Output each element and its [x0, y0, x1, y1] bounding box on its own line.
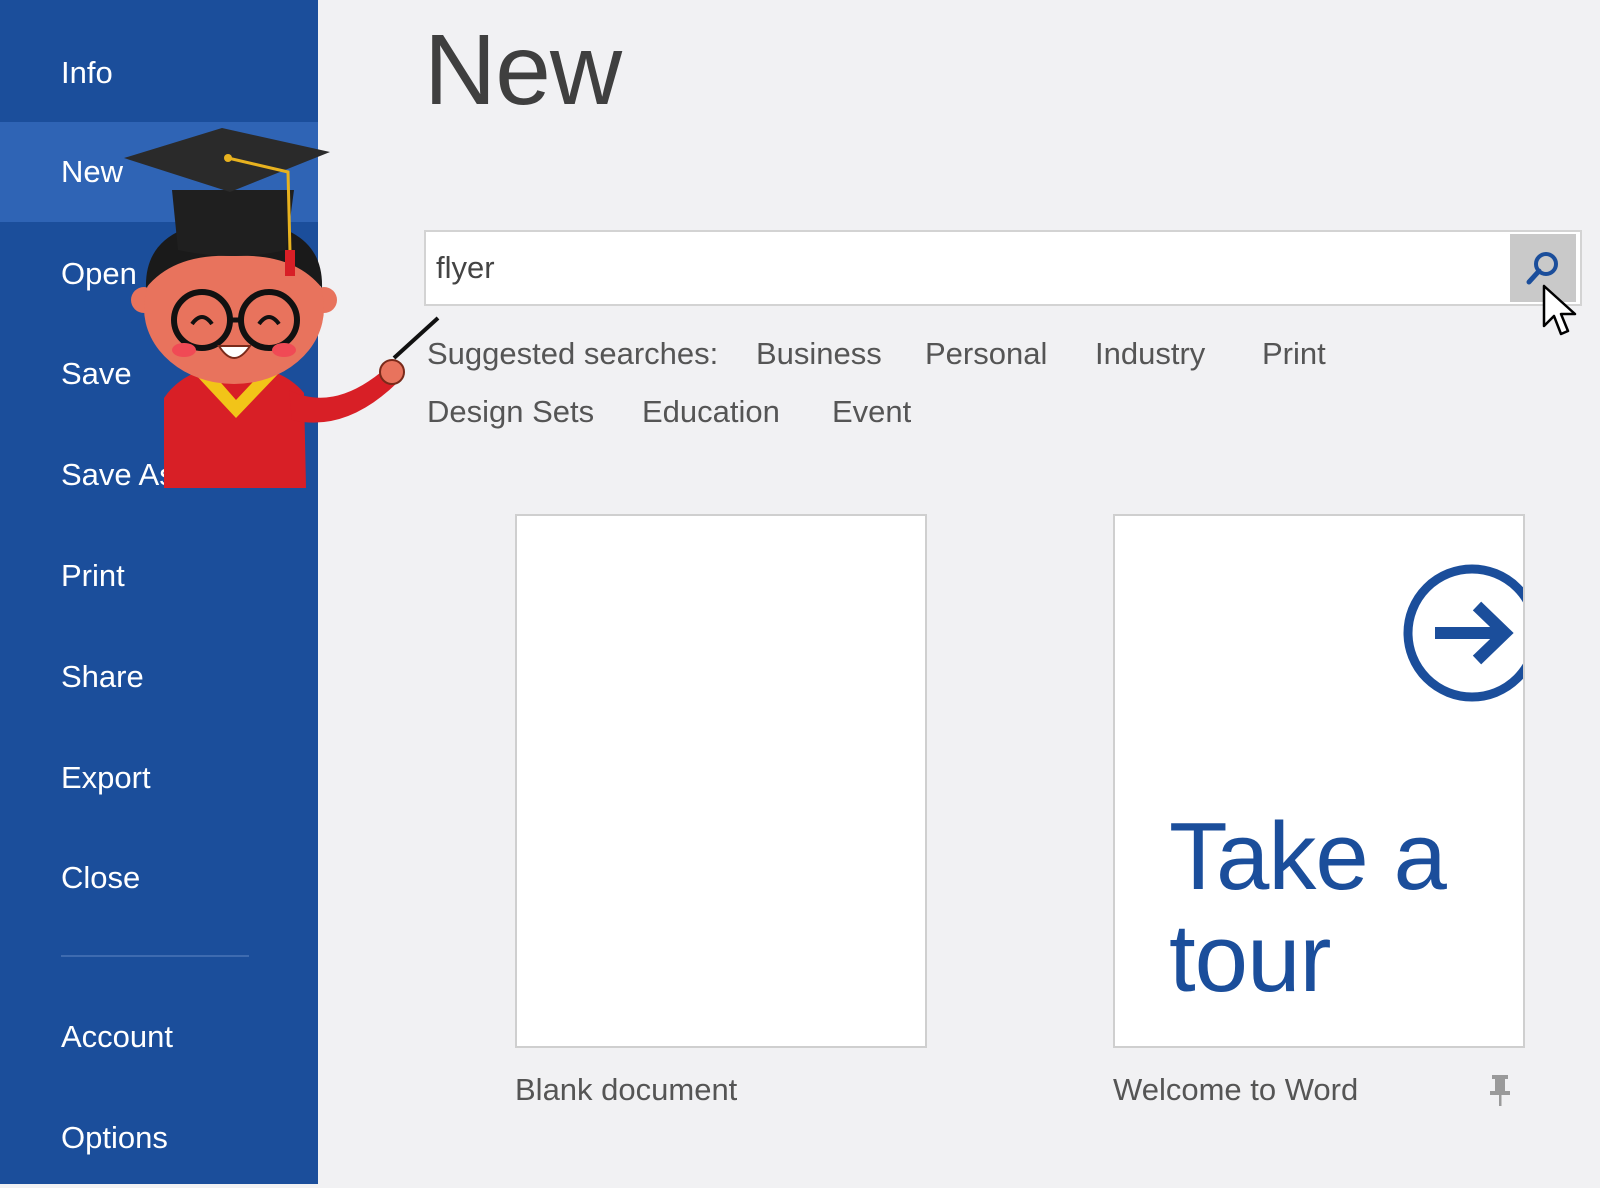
sidebar-item-export[interactable]: Export — [0, 728, 318, 828]
suggested-searches-label: Suggested searches: — [427, 336, 719, 371]
sidebar-item-share[interactable]: Share — [0, 627, 318, 727]
template-search-box — [424, 230, 1582, 306]
blank-document-thumbnail[interactable] — [515, 514, 927, 1048]
sidebar-item-close[interactable]: Close — [0, 828, 318, 928]
sidebar-item-label: New — [61, 154, 124, 189]
sidebar-item-label: Print — [61, 558, 125, 593]
mouse-cursor-icon — [1542, 284, 1577, 336]
suggested-search-print[interactable]: Print — [1262, 336, 1326, 372]
suggested-search-industry[interactable]: Industry — [1095, 336, 1205, 372]
sidebar-item-label: Export — [61, 760, 151, 795]
sidebar-item-account[interactable]: Account — [0, 987, 318, 1087]
sidebar-item-label: Options — [61, 1120, 168, 1155]
sidebar-item-label: Save — [61, 356, 132, 391]
sidebar-item-label: Account — [61, 1019, 174, 1054]
suggested-search-education[interactable]: Education — [642, 394, 780, 430]
arrow-right-circle-icon — [1403, 564, 1523, 702]
search-input[interactable] — [436, 240, 1486, 296]
sidebar-item-label: Info — [61, 55, 113, 90]
sidebar-item-options[interactable]: Options — [0, 1088, 318, 1188]
take-a-tour-text: Take a tour — [1169, 803, 1447, 1012]
search-icon — [1526, 252, 1558, 285]
sidebar-item-label: Close — [61, 860, 141, 895]
sidebar-item-label: Share — [61, 659, 144, 694]
suggested-search-personal[interactable]: Personal — [925, 336, 1047, 372]
pin-icon[interactable] — [1488, 1073, 1512, 1107]
graduate-mascot-illustration — [124, 128, 440, 488]
tour-text-line1: Take a — [1169, 803, 1447, 910]
tour-text-line2: tour — [1169, 905, 1331, 1012]
suggested-search-business[interactable]: Business — [756, 336, 882, 372]
suggested-search-design-sets[interactable]: Design Sets — [427, 394, 594, 430]
sidebar-divider — [61, 955, 249, 957]
welcome-to-word-thumbnail[interactable]: Take a tour — [1113, 514, 1525, 1048]
suggested-search-event[interactable]: Event — [832, 394, 911, 430]
sidebar-item-print[interactable]: Print — [0, 526, 318, 626]
page-title: New — [424, 14, 622, 126]
blank-document-caption: Blank document — [515, 1072, 738, 1107]
welcome-to-word-caption: Welcome to Word — [1113, 1072, 1359, 1107]
sidebar-item-info[interactable]: Info — [0, 23, 318, 123]
